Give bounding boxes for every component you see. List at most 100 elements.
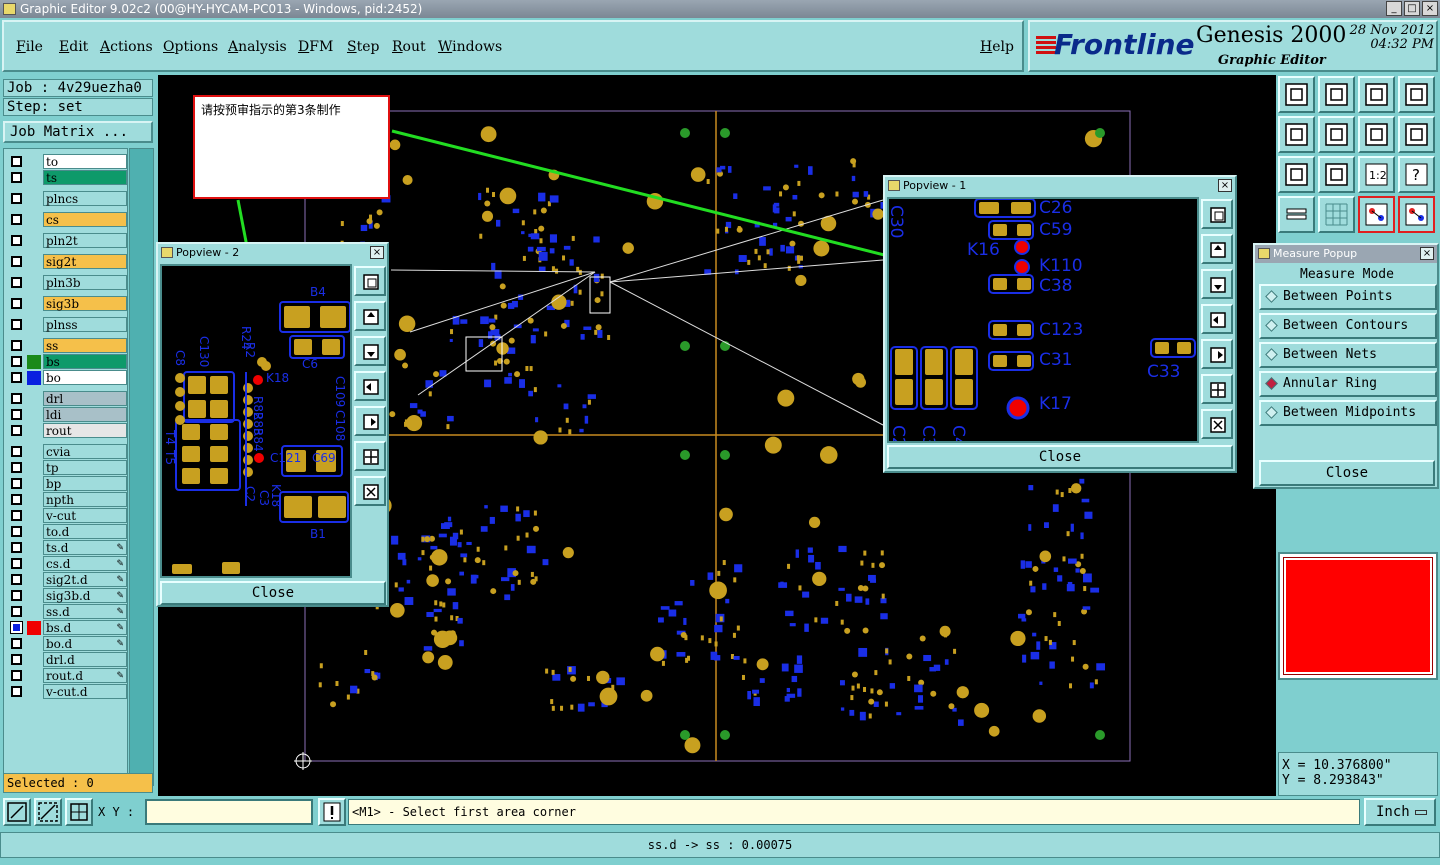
zoom-fit-icon[interactable] [3, 798, 31, 826]
status-bar: ss.d -> ss : 0.00075 [0, 832, 1440, 858]
pan-up-icon[interactable] [1201, 234, 1233, 264]
help-icon[interactable]: ? [1398, 156, 1435, 193]
radio-diamond-icon [1265, 406, 1278, 419]
component-label: K18 [269, 484, 283, 507]
component-label: R84 [251, 428, 265, 452]
option-label: Between Points [1283, 289, 1393, 304]
zoom-in-icon[interactable] [354, 441, 386, 471]
coordinate-readout: X = 10.376800" Y = 8.293843" [1278, 752, 1438, 796]
dropdown-bar-icon [1415, 810, 1427, 815]
pan-left-icon[interactable] [1201, 304, 1233, 334]
pan-down-icon[interactable] [354, 336, 386, 366]
move-left-icon[interactable] [1278, 116, 1315, 153]
component-select-icon[interactable] [1358, 196, 1395, 233]
popview-2-view[interactable]: B4 C130 C8 R24 R2 K18 C6 C109 C108 R82 R83 R84 C121 C… [160, 264, 352, 578]
measure-between-midpoints[interactable]: Between Midpoints [1259, 400, 1437, 426]
split-view-icon[interactable] [1398, 76, 1435, 113]
pan-down-icon[interactable] [1201, 269, 1233, 299]
zoom-out-icon[interactable] [1201, 409, 1233, 439]
component-label: C31 [1039, 350, 1073, 370]
popview-1-titlebar: Popview - 1 × [885, 177, 1235, 195]
option-label: Between Nets [1283, 347, 1377, 362]
component-label: C123 [1039, 320, 1083, 340]
unit-label: Inch [1376, 804, 1410, 820]
component-label: C130 [197, 336, 211, 367]
measure-title: Measure Popup [1273, 247, 1358, 260]
pan-right-icon[interactable] [354, 406, 386, 436]
measure-annular-ring[interactable]: Annular Ring [1259, 371, 1437, 397]
option-label: Between Midpoints [1283, 405, 1417, 420]
measure-between-contours[interactable]: Between Contours [1259, 313, 1437, 339]
popview-1-window: Popview - 1 × C30 C26 C59 K16 K110 C38 C123 C31… [883, 175, 1237, 473]
command-prompt: <M1> - Select first area corner [348, 799, 1360, 825]
measure-titlebar: Measure Popup × [1255, 245, 1437, 263]
rotate-icon[interactable] [1358, 116, 1395, 153]
component-label: C38 [1039, 276, 1073, 296]
scale-one-to-one-icon[interactable]: 1:2 [1358, 156, 1395, 193]
popview-1-close-button[interactable]: Close [887, 445, 1233, 469]
coord-x: X = 10.376800" [1282, 758, 1392, 773]
component-label: C4 [948, 425, 968, 441]
popview-1-title: Popview - 1 [903, 179, 967, 192]
popview-2-close-button[interactable]: Close [160, 581, 386, 605]
component-label: C108 [333, 410, 347, 441]
pan-right-icon[interactable] [1201, 339, 1233, 369]
popview-icon [161, 247, 173, 258]
layer-stack-icon[interactable] [1278, 196, 1315, 233]
zoom-box-icon[interactable] [354, 266, 386, 296]
radio-diamond-icon [1265, 348, 1278, 361]
component-label: C121 [270, 451, 301, 465]
component-label: C2 [889, 425, 908, 441]
component-label: C30 [889, 205, 906, 239]
component-label: C6 [302, 357, 318, 371]
component-label: B4 [310, 285, 326, 299]
svg-text:1:2: 1:2 [1369, 169, 1387, 182]
popview-2-title: Popview - 2 [176, 246, 240, 259]
popup-icon [1258, 248, 1270, 259]
component-label: R2 [243, 342, 257, 358]
right-tool-palette: 1:2? [1278, 76, 1438, 238]
pan-left-icon[interactable] [354, 371, 386, 401]
popview-1-close-icon[interactable]: × [1218, 179, 1232, 192]
svg-text:?: ? [1412, 166, 1420, 184]
component-label: K110 [1039, 256, 1083, 276]
layer-down-icon[interactable] [1318, 76, 1355, 113]
popview-2-close-icon[interactable]: × [370, 246, 384, 259]
zoom-in-icon[interactable] [1201, 374, 1233, 404]
net-select-icon[interactable] [1398, 196, 1435, 233]
xy-label: X Y : [98, 805, 135, 819]
component-label: C33 [1147, 362, 1181, 382]
component-label: C3 [257, 490, 271, 506]
measure-close-icon[interactable]: × [1420, 247, 1434, 260]
popview-2-titlebar: Popview - 2 × [158, 244, 387, 262]
grid-icon[interactable] [1318, 196, 1355, 233]
zoom-area-icon[interactable] [34, 798, 62, 826]
component-label: C8 [173, 350, 187, 366]
alert-icon[interactable] [318, 798, 346, 826]
zoom-box-icon[interactable] [1201, 199, 1233, 229]
component-label: C59 [1039, 220, 1073, 240]
center-view-icon[interactable] [1318, 156, 1355, 193]
option-label: Between Contours [1283, 318, 1409, 333]
home-icon[interactable] [1358, 76, 1395, 113]
fit-screen-icon[interactable] [1278, 156, 1315, 193]
pan-up-icon[interactable] [354, 301, 386, 331]
grid-snap-icon[interactable] [65, 798, 93, 826]
move-right-icon[interactable] [1318, 116, 1355, 153]
xy-coordinate-input[interactable] [145, 799, 313, 825]
measure-close-button[interactable]: Close [1259, 460, 1435, 486]
component-label: C69 [312, 451, 336, 465]
unit-selector[interactable]: Inch [1364, 798, 1436, 826]
measure-between-nets[interactable]: Between Nets [1259, 342, 1437, 368]
measure-between-points[interactable]: Between Points [1259, 284, 1437, 310]
arrow-to-popview-1 [391, 129, 934, 275]
component-label: K18 [266, 371, 289, 385]
component-label: T4 [163, 429, 177, 445]
layer-up-icon[interactable] [1278, 76, 1315, 113]
component-label: C2 [243, 486, 257, 502]
popview-1-view[interactable]: C30 C26 C59 K16 K110 C38 C123 C31 C33 K17 C2 C3 C4 [887, 197, 1199, 443]
component-label: K16 [967, 240, 1000, 260]
zoom-out-icon[interactable] [354, 476, 386, 506]
component-label: K17 [1039, 394, 1072, 414]
mirror-icon[interactable] [1398, 116, 1435, 153]
